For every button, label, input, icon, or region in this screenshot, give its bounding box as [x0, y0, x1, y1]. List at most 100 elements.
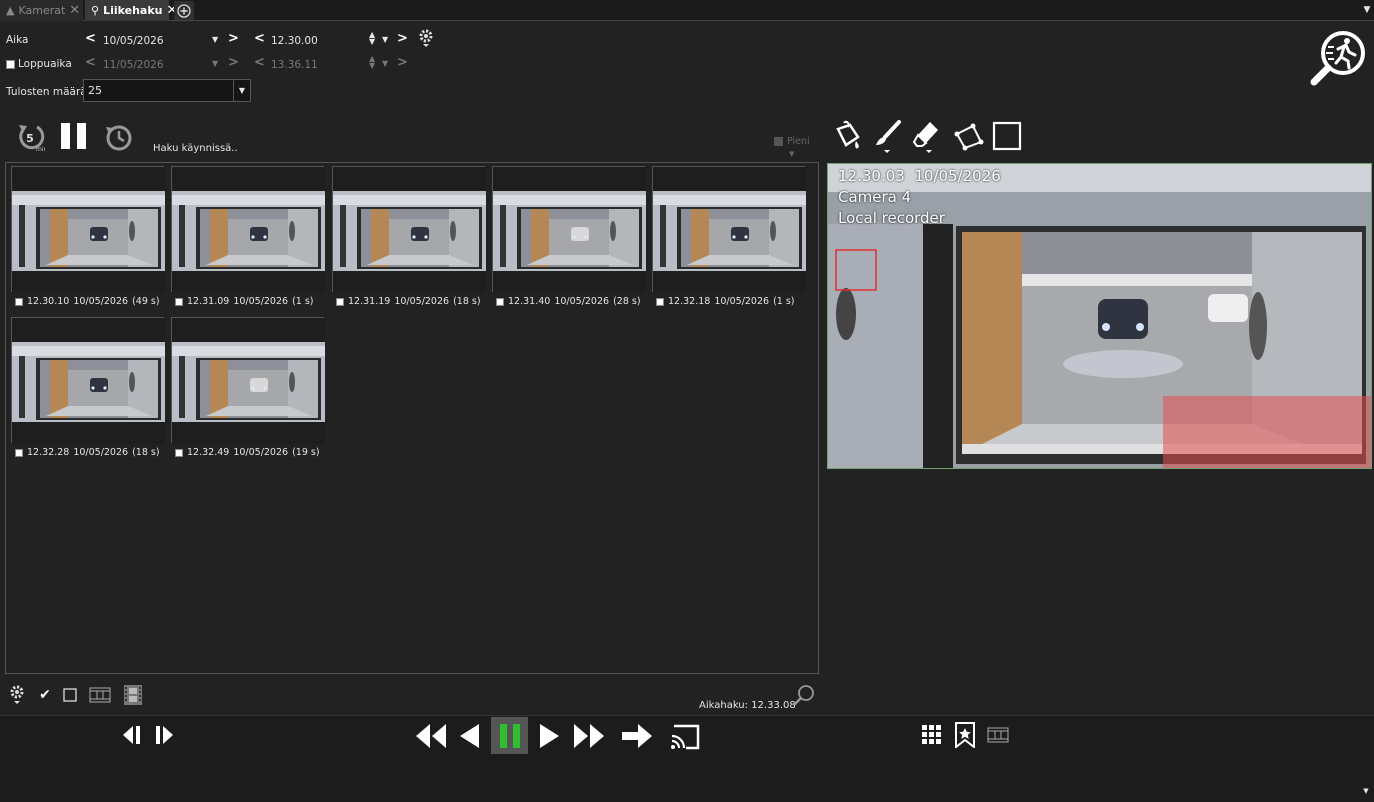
thumbnail-time: 12.32.28 — [27, 447, 70, 458]
paint-bucket-icon[interactable] — [832, 119, 864, 151]
next-date-button[interactable]: > — [228, 31, 239, 46]
result-thumbnail[interactable] — [332, 166, 486, 293]
fast-rewind-button[interactable] — [414, 721, 448, 751]
rectangle-icon[interactable] — [992, 121, 1022, 151]
thumbnail-checkbox[interactable] — [15, 448, 23, 457]
start-time-field[interactable]: 12.30.00 — [271, 35, 318, 47]
prev-frame-button[interactable] — [121, 723, 147, 747]
eraser-icon[interactable] — [912, 119, 942, 155]
brush-icon[interactable] — [873, 119, 903, 155]
search-status: Haku käynnissä.. — [153, 143, 238, 154]
thumbnail-image — [653, 167, 806, 293]
start-date-dropdown[interactable]: ▼ — [212, 35, 218, 44]
window-menu-icon[interactable]: ▼ — [1361, 3, 1373, 17]
thumbnail-checkbox[interactable] — [496, 297, 504, 306]
camera-icon: ▲ — [6, 4, 15, 17]
pause-button[interactable] — [491, 717, 528, 754]
settings-icon[interactable] — [417, 28, 435, 48]
prev-end-date-button[interactable]: < — [85, 55, 96, 70]
thumbnail-checkbox[interactable] — [175, 297, 183, 306]
tab-motion-search-label: Liikehaku — [103, 4, 163, 17]
rewind-unit: min — [36, 146, 45, 153]
cast-icon[interactable] — [668, 720, 702, 752]
thumbnail-checkbox[interactable] — [15, 297, 23, 306]
tab-cameras[interactable]: ▲ Kamerat ✕ — [0, 0, 83, 21]
motion-mask-region[interactable] — [1163, 396, 1372, 469]
prev-date-button[interactable]: < — [85, 31, 96, 46]
thumbnail-image — [12, 167, 165, 293]
end-time-spinner[interactable]: ▲ ▼ — [369, 55, 375, 70]
results-count-label: Tulosten määrä — [6, 86, 87, 98]
start-date-field[interactable]: 10/05/2026 — [103, 35, 164, 47]
history-icon[interactable] — [104, 121, 134, 153]
end-time-dropdown[interactable]: ▼ — [382, 59, 388, 68]
pause-icon — [61, 123, 86, 149]
thumbnail-duration: (19 s) — [292, 447, 320, 458]
end-time-field[interactable]: 13.36.11 — [271, 59, 318, 71]
play-button[interactable] — [536, 721, 562, 751]
settings-icon[interactable] — [9, 684, 25, 706]
next-end-time-button[interactable]: > — [397, 55, 408, 70]
thumbnail-date: 10/05/2026 — [554, 296, 610, 307]
chevron-down-icon[interactable]: ▼ — [233, 80, 250, 101]
result-thumbnail[interactable] — [492, 166, 646, 293]
thumbnail-time: 12.30.10 — [27, 296, 70, 307]
check-icon[interactable]: ✔ — [37, 687, 53, 703]
close-icon[interactable]: ✕ — [69, 3, 80, 18]
plus-icon — [177, 3, 191, 18]
end-time-checkbox[interactable] — [6, 59, 15, 69]
rewind-5min-icon[interactable]: 5min — [15, 121, 45, 153]
go-live-button[interactable] — [620, 721, 654, 751]
next-time-button[interactable]: > — [397, 31, 408, 46]
pause-search-button[interactable] — [59, 121, 89, 151]
tab-motion-search[interactable]: ⚲ Liikehaku ✕ — [85, 0, 177, 21]
thumbnail-time: 12.32.18 — [668, 296, 711, 307]
play-reverse-button[interactable] — [457, 721, 483, 751]
small-thumbnails-checkbox[interactable] — [774, 137, 783, 146]
prev-end-time-button[interactable]: < — [254, 55, 265, 70]
video-recorder-name: Local recorder — [838, 209, 945, 227]
film-strip-icon[interactable] — [122, 684, 144, 706]
motion-search-icon — [1308, 27, 1368, 87]
pause-icon — [499, 723, 520, 748]
thumbnail-date: 10/05/2026 — [233, 296, 289, 307]
results-count-value: 25 — [88, 84, 102, 97]
thumbnail-caption: 12.31.40 10/05/2026 (28 s) — [496, 296, 641, 307]
thumbnail-checkbox[interactable] — [336, 297, 344, 306]
result-thumbnail[interactable] — [171, 166, 325, 293]
end-time-toggle[interactable]: Loppuaika — [6, 58, 72, 70]
video-preview[interactable]: 12.30.03 10/05/2026 Camera 4 Local recor… — [827, 163, 1372, 469]
deselect-icon[interactable] — [63, 688, 77, 702]
end-date-field[interactable]: 11/05/2026 — [103, 59, 164, 71]
time-spinner[interactable]: ▲ ▼ — [369, 31, 375, 46]
bookmark-icon[interactable] — [953, 721, 977, 749]
results-count-select[interactable]: 25 ▼ — [83, 79, 251, 102]
prev-time-button[interactable]: < — [254, 31, 265, 46]
grid-icon[interactable] — [920, 723, 944, 747]
tab-cameras-label: Kamerat — [18, 4, 66, 17]
result-thumbnail[interactable] — [652, 166, 806, 293]
thumbnail-time: 12.32.49 — [187, 447, 230, 458]
thumbnail-checkbox[interactable] — [175, 448, 183, 457]
thumbnail-checkbox[interactable] — [656, 297, 664, 306]
thumbnail-caption: 12.32.28 10/05/2026 (18 s) — [15, 447, 160, 458]
result-thumbnail[interactable] — [171, 317, 325, 444]
chevron-down-icon[interactable]: ▼ — [1361, 786, 1371, 796]
start-time-dropdown[interactable]: ▼ — [382, 35, 388, 44]
small-thumbnails-toggle[interactable]: Pieni — [774, 136, 810, 147]
add-tab-button[interactable] — [174, 1, 194, 20]
chevron-down-icon[interactable]: ▼ — [789, 150, 794, 158]
next-frame-button[interactable] — [153, 723, 179, 747]
small-thumbnails-label: Pieni — [787, 136, 810, 147]
end-date-dropdown[interactable]: ▼ — [212, 59, 218, 68]
result-thumbnail[interactable] — [11, 166, 165, 293]
thumbnail-time: 12.31.40 — [508, 296, 551, 307]
film-icon[interactable] — [986, 726, 1010, 744]
result-thumbnail[interactable] — [11, 317, 165, 444]
film-icon[interactable] — [89, 686, 111, 704]
polygon-icon[interactable] — [953, 120, 985, 152]
search-icon[interactable] — [792, 684, 816, 708]
thumbnail-image — [172, 167, 325, 293]
fast-forward-button[interactable] — [572, 721, 606, 751]
next-end-date-button[interactable]: > — [228, 55, 239, 70]
